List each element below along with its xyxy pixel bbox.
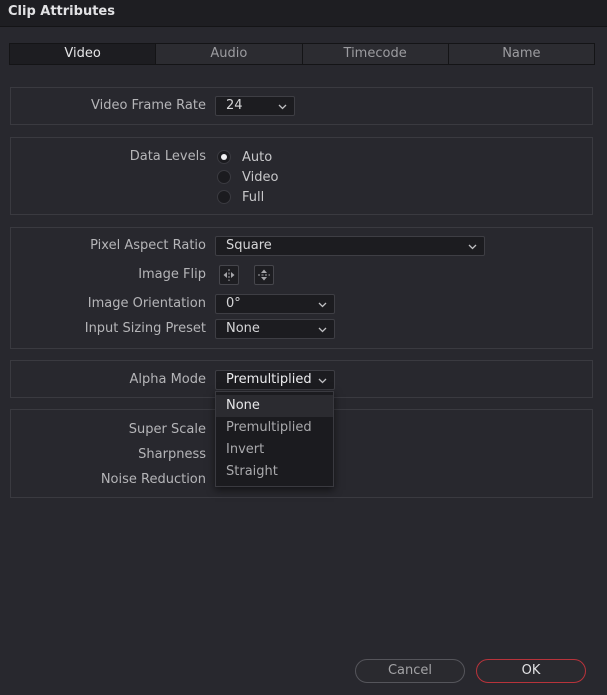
radio-full-label: Full — [242, 189, 265, 205]
tab-bar: Video Audio Timecode Name — [9, 43, 595, 65]
tab-timecode[interactable]: Timecode — [301, 44, 448, 64]
video-frame-rate-value: 24 — [226, 98, 243, 113]
tab-audio[interactable]: Audio — [155, 44, 301, 64]
alpha-mode-dropdown[interactable]: Premultiplied — [215, 370, 335, 390]
window-title: Clip Attributes — [8, 4, 115, 19]
image-flip-label: Image Flip — [138, 267, 206, 282]
radio-full[interactable] — [217, 190, 231, 204]
menu-item-premultiplied[interactable]: Premultiplied — [216, 417, 333, 439]
chevron-down-icon — [318, 302, 327, 308]
pixel-aspect-ratio-value: Square — [226, 238, 272, 253]
super-scale-label: Super Scale — [128, 422, 206, 437]
image-orientation-dropdown[interactable]: 0° — [215, 294, 335, 314]
image-settings-panel: Pixel Aspect Ratio Square Image Flip Ima… — [10, 227, 593, 349]
data-levels-full-option[interactable]: Full — [217, 188, 264, 206]
chevron-down-icon — [318, 378, 327, 384]
image-orientation-label: Image Orientation — [87, 296, 206, 311]
menu-item-none[interactable]: None — [216, 395, 333, 417]
radio-video[interactable] — [217, 170, 231, 184]
pixel-aspect-ratio-dropdown[interactable]: Square — [215, 236, 485, 256]
chevron-down-icon — [318, 327, 327, 333]
radio-auto-label: Auto — [242, 149, 273, 165]
chevron-down-icon — [468, 244, 477, 250]
input-sizing-preset-dropdown[interactable]: None — [215, 319, 335, 339]
radio-video-label: Video — [242, 169, 279, 185]
input-sizing-preset-value: None — [226, 321, 260, 336]
alpha-mode-menu: None Premultiplied Invert Straight — [215, 391, 334, 487]
flip-vertical-button[interactable] — [254, 265, 274, 285]
alpha-mode-label: Alpha Mode — [129, 372, 206, 387]
tab-video[interactable]: Video — [10, 44, 156, 64]
menu-item-invert[interactable]: Invert — [216, 439, 333, 461]
flip-horizontal-button[interactable] — [219, 265, 239, 285]
radio-auto[interactable] — [217, 150, 231, 164]
tab-name[interactable]: Name — [447, 44, 594, 64]
noise-reduction-label: Noise Reduction — [100, 472, 206, 487]
menu-item-straight[interactable]: Straight — [216, 461, 333, 483]
flip-horizontal-icon — [223, 269, 235, 281]
title-bar: Clip Attributes — [0, 0, 607, 27]
ok-button[interactable]: OK — [476, 659, 586, 683]
video-frame-rate-label: Video Frame Rate — [90, 98, 206, 113]
image-orientation-value: 0° — [226, 296, 241, 311]
flip-vertical-icon — [258, 269, 270, 281]
frame-rate-panel: Video Frame Rate 24 — [10, 87, 593, 125]
sharpness-label: Sharpness — [138, 447, 206, 462]
cancel-button[interactable]: Cancel — [355, 659, 465, 683]
video-frame-rate-dropdown[interactable]: 24 — [215, 96, 295, 116]
chevron-down-icon — [278, 104, 287, 110]
input-sizing-preset-label: Input Sizing Preset — [84, 321, 206, 336]
data-levels-label: Data Levels — [129, 149, 206, 164]
alpha-mode-value: Premultiplied — [226, 372, 312, 387]
data-levels-panel: Data Levels Auto Video Full — [10, 137, 593, 215]
data-levels-video-option[interactable]: Video — [217, 168, 278, 186]
pixel-aspect-ratio-label: Pixel Aspect Ratio — [90, 238, 206, 253]
data-levels-auto-option[interactable]: Auto — [217, 148, 272, 166]
